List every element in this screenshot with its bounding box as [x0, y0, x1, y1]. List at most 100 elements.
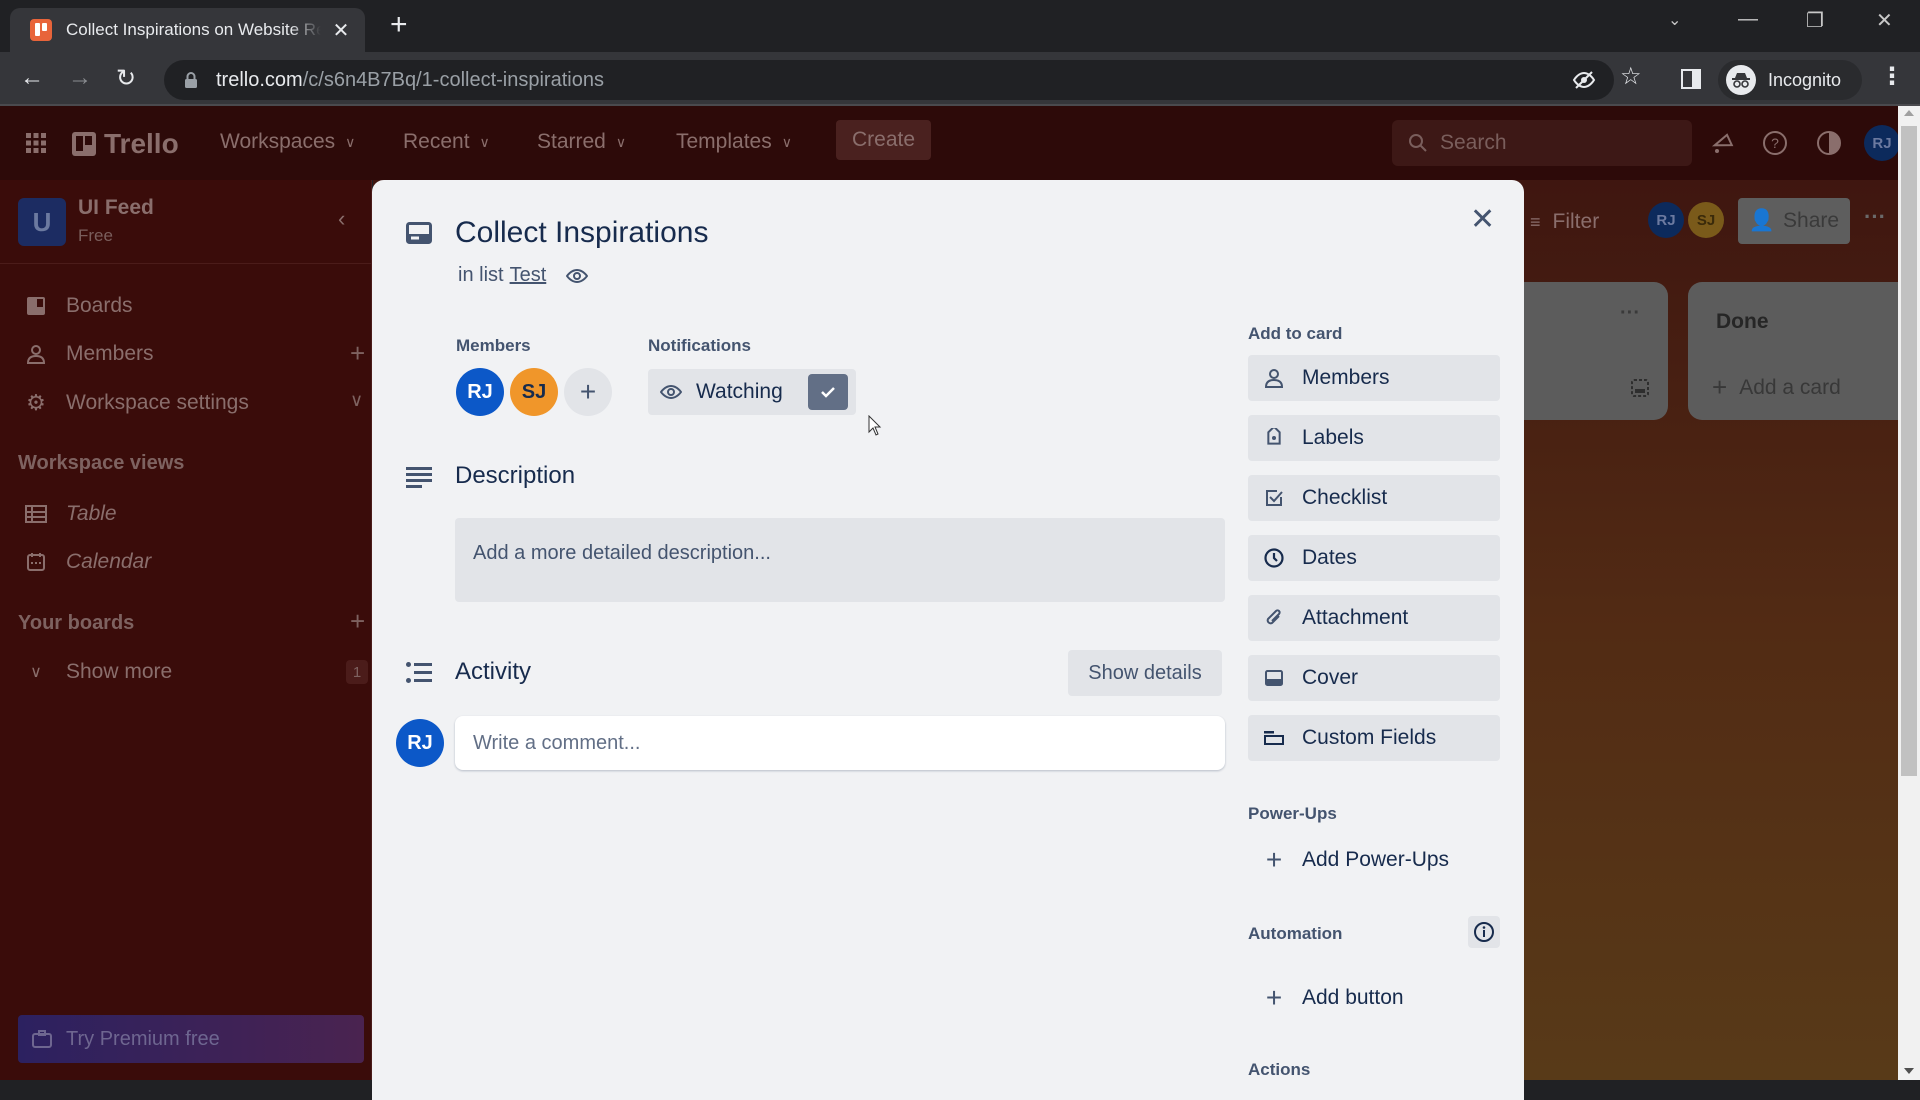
button-label: Custom Fields	[1302, 726, 1437, 749]
reload-button[interactable]: ↻	[116, 64, 136, 93]
member-avatar-rj[interactable]: RJ	[456, 368, 504, 416]
add-card-button[interactable]: + Add a card	[1712, 372, 1841, 403]
table-icon	[24, 505, 48, 523]
page-scrollbar[interactable]	[1898, 106, 1920, 1080]
automation-info-button[interactable]	[1468, 916, 1500, 948]
workspace-name[interactable]: UI Feed	[78, 196, 154, 220]
add-card-label: Add a card	[1739, 375, 1841, 399]
tracking-eye-off-icon[interactable]	[1572, 68, 1596, 92]
notifications-bell-icon[interactable]	[1710, 130, 1736, 156]
clock-icon	[1262, 548, 1286, 568]
browser-menu-icon[interactable]: ⋮	[1880, 62, 1904, 91]
list-menu-icon[interactable]: ···	[1620, 302, 1640, 325]
in-list-prefix: in list	[458, 264, 504, 286]
list-title[interactable]: Done	[1716, 310, 1769, 334]
sidebar-item-boards[interactable]: Boards	[24, 294, 133, 318]
add-attachment-button[interactable]: Attachment	[1248, 595, 1500, 641]
member-avatar-sj[interactable]: SJ	[510, 368, 558, 416]
board-member-avatar[interactable]: RJ	[1648, 202, 1684, 238]
address-bar[interactable]: trello.com/c/s6n4B7Bq/1-collect-inspirat…	[164, 60, 1614, 100]
header-user-avatar[interactable]: RJ	[1864, 125, 1900, 161]
board-menu-icon[interactable]: ···	[1864, 204, 1886, 230]
nav-templates[interactable]: Templates ∨	[676, 130, 792, 154]
list-link[interactable]: Test	[510, 264, 547, 287]
filter-button[interactable]: ≡ Filter	[1530, 210, 1599, 234]
add-power-ups-button[interactable]: + Add Power-Ups	[1248, 837, 1449, 883]
add-person-icon: 👤	[1748, 209, 1776, 232]
card-template-icon[interactable]	[1630, 378, 1650, 398]
create-button[interactable]: Create	[836, 120, 932, 160]
trello-logo-icon	[72, 132, 96, 156]
add-to-card-heading: Add to card	[1248, 324, 1343, 343]
button-label: Labels	[1302, 426, 1364, 449]
minimize-button[interactable]: —	[1738, 8, 1758, 31]
scroll-up-arrow-icon[interactable]	[1904, 110, 1914, 116]
close-modal-button[interactable]: ✕	[1470, 202, 1495, 237]
sidebar-item-workspace-settings[interactable]: ⚙ Workspace settings	[24, 390, 249, 416]
scrollbar-thumb[interactable]	[1901, 126, 1917, 776]
actions-heading: Actions	[1248, 1060, 1311, 1079]
nav-recent[interactable]: Recent ∨	[403, 130, 490, 154]
your-boards-heading: Your boards	[18, 612, 135, 634]
help-icon[interactable]: ?	[1762, 130, 1788, 156]
sidebar-item-table[interactable]: Table	[24, 502, 117, 526]
svg-text:?: ?	[1771, 135, 1779, 151]
theme-toggle-icon[interactable]	[1816, 130, 1842, 156]
close-window-button[interactable]: ✕	[1876, 8, 1893, 33]
board-member-avatar[interactable]: SJ	[1688, 202, 1724, 238]
watch-button[interactable]: Watching	[648, 369, 856, 415]
card-title[interactable]: Collect Inspirations	[455, 216, 708, 250]
search-input[interactable]: Search	[1392, 120, 1692, 166]
sidebar-item-label: Boards	[66, 294, 133, 317]
paperclip-icon	[1262, 608, 1286, 628]
add-members-button[interactable]: Members	[1248, 355, 1500, 401]
comment-input[interactable]: Write a comment...	[455, 716, 1225, 770]
chevron-down-icon: ∨	[30, 664, 42, 681]
trello-logo[interactable]: Trello	[72, 128, 179, 160]
in-list-text: in list Test	[458, 264, 589, 287]
add-board-plus-icon[interactable]: +	[350, 606, 365, 637]
new-tab-button[interactable]: +	[390, 10, 408, 40]
add-dates-button[interactable]: Dates	[1248, 535, 1500, 581]
trello-header: Trello Workspaces ∨ Recent ∨ Starred ∨ Temp…	[0, 106, 1900, 180]
incognito-profile-button[interactable]: Incognito	[1718, 60, 1862, 100]
collapse-sidebar-chevron-icon[interactable]: ‹	[338, 206, 345, 232]
description-input[interactable]: Add a more detailed description...	[455, 518, 1225, 602]
browser-tab[interactable]: Collect Inspirations on Website Redesign…	[10, 8, 365, 52]
restore-button[interactable]: ❐	[1806, 8, 1824, 33]
activity-heading: Activity	[455, 658, 532, 685]
add-member-plus-icon[interactable]: +	[350, 338, 365, 369]
app-switcher-icon[interactable]	[26, 133, 46, 153]
add-member-button[interactable]: +	[564, 368, 612, 416]
sidebar-item-calendar[interactable]: Calendar	[24, 550, 151, 574]
show-more-count-badge: 1	[346, 660, 368, 684]
try-premium-button[interactable]: Try Premium free	[18, 1015, 364, 1063]
premium-briefcase-icon	[32, 1030, 52, 1048]
forward-button[interactable]: →	[68, 64, 92, 92]
nav-starred[interactable]: Starred ∨	[537, 130, 626, 154]
add-custom-fields-button[interactable]: Custom Fields	[1248, 715, 1500, 761]
sidebar-item-members[interactable]: Members	[24, 342, 154, 366]
side-panel-icon[interactable]	[1680, 68, 1702, 90]
description-heading: Description	[455, 462, 576, 489]
person-icon	[24, 344, 48, 364]
share-button[interactable]: 👤 Share	[1738, 198, 1850, 244]
add-cover-button[interactable]: Cover	[1248, 655, 1500, 701]
bookmark-star-icon[interactable]: ☆	[1620, 62, 1642, 91]
tab-close-icon[interactable]: ✕	[331, 18, 351, 43]
button-label: Dates	[1302, 546, 1357, 569]
activity-icon	[406, 662, 432, 683]
chevron-down-icon[interactable]: ∨	[350, 390, 363, 411]
back-button[interactable]: ←	[20, 64, 44, 92]
nav-label: Recent	[403, 130, 470, 153]
tab-search-chevron-icon[interactable]: ⌄	[1668, 10, 1681, 30]
scroll-down-arrow-icon[interactable]	[1904, 1068, 1914, 1074]
add-labels-button[interactable]: Labels	[1248, 415, 1500, 461]
nav-workspaces[interactable]: Workspaces ∨	[220, 130, 355, 154]
add-automation-button[interactable]: + Add button	[1248, 975, 1404, 1021]
nav-label: Templates	[676, 130, 772, 153]
add-checklist-button[interactable]: Checklist	[1248, 475, 1500, 521]
workspace-header: U UI Feed Free ‹	[0, 180, 372, 264]
show-details-button[interactable]: Show details	[1068, 650, 1222, 696]
show-more-boards[interactable]: ∨ Show more	[24, 660, 172, 684]
